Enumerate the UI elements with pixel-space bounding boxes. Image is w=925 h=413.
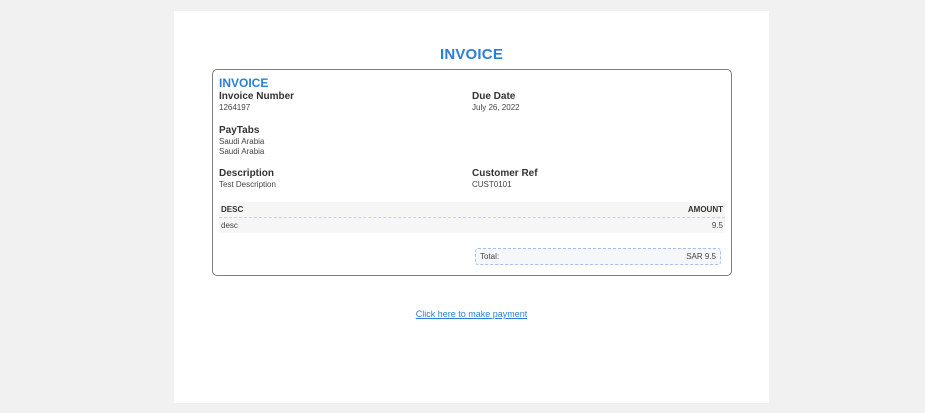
invoice-card: INVOICE Invoice Number 1264197 Due Date … bbox=[212, 69, 732, 276]
description-value: Test Description bbox=[219, 180, 276, 189]
description-label: Description bbox=[219, 168, 275, 179]
table-row: desc 9.5 bbox=[219, 218, 725, 233]
customer-ref-value: CUST0101 bbox=[472, 180, 512, 189]
due-date-field: Due Date July 26, 2022 bbox=[472, 91, 520, 113]
item-amount: 9.5 bbox=[711, 221, 723, 230]
invoice-number-value: 1264197 bbox=[219, 103, 251, 112]
total-value: SAR 9.5 bbox=[686, 252, 716, 261]
customer-ref-field: Customer Ref CUST0101 bbox=[472, 168, 538, 190]
total-label: Total: bbox=[480, 252, 500, 261]
merchant-address-line1: Saudi Arabia bbox=[219, 137, 265, 146]
make-payment-link[interactable]: Click here to make payment bbox=[174, 309, 769, 319]
due-date-label: Due Date bbox=[472, 91, 516, 102]
invoice-number-label: Invoice Number bbox=[219, 91, 295, 102]
card-heading: INVOICE bbox=[219, 76, 269, 90]
column-header-amount: AMOUNT bbox=[687, 205, 723, 214]
total-box: Total: SAR 9.5 bbox=[475, 248, 721, 265]
page-title: INVOICE bbox=[439, 46, 504, 63]
table-header: DESC AMOUNT bbox=[219, 202, 725, 218]
item-desc: desc bbox=[221, 221, 238, 230]
invoice-number-field: Invoice Number 1264197 bbox=[219, 91, 294, 113]
merchant-address-line2: Saudi Arabia bbox=[219, 147, 265, 156]
invoice-page: INVOICE INVOICE Invoice Number 1264197 D… bbox=[174, 11, 769, 403]
merchant-field: PayTabs Saudi Arabia Saudi Arabia bbox=[219, 125, 264, 157]
line-items-table: DESC AMOUNT desc 9.5 bbox=[219, 202, 725, 233]
due-date-value: July 26, 2022 bbox=[472, 103, 520, 112]
column-header-desc: DESC bbox=[221, 205, 244, 214]
customer-ref-label: Customer Ref bbox=[472, 168, 538, 179]
merchant-name: PayTabs bbox=[219, 125, 260, 136]
description-field: Description Test Description bbox=[219, 168, 276, 190]
